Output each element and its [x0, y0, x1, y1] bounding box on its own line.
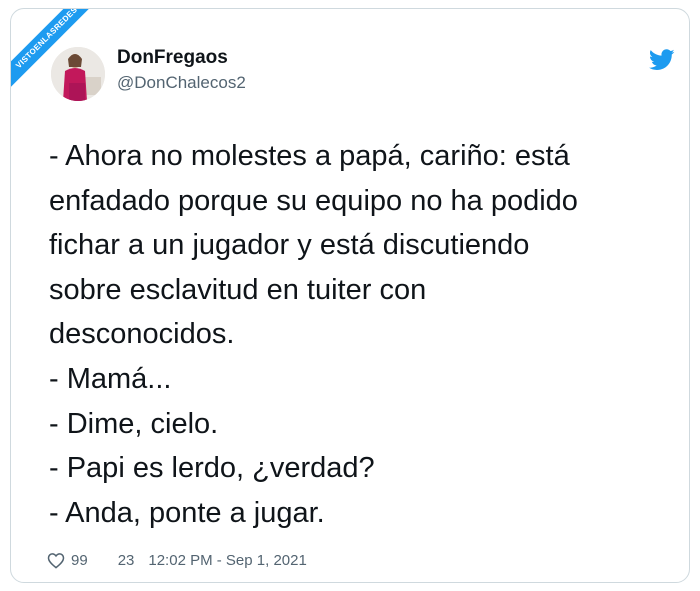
- author-handle[interactable]: @DonChalecos2: [117, 73, 246, 93]
- tweet-line: - Anda, ponte a jugar.: [49, 496, 325, 529]
- twitter-bird-icon[interactable]: [649, 49, 675, 71]
- heart-icon[interactable]: [47, 552, 65, 569]
- like-count[interactable]: 99: [71, 552, 88, 569]
- tweet-body: - Ahora no molestes a papá, cariño: está…: [49, 134, 679, 535]
- tweet-line: fichar a un jugador y está discutiendo: [49, 229, 530, 262]
- tweet-line: - Papi es lerdo, ¿verdad?: [49, 452, 375, 485]
- tweet-line: - Mamá...: [49, 362, 172, 395]
- tweet-line: sobre esclavitud en tuiter con: [49, 273, 427, 306]
- avatar-image: [51, 47, 105, 101]
- author-name[interactable]: DonFregaos: [117, 47, 228, 69]
- tweet-line: desconocidos.: [49, 318, 235, 351]
- avatar[interactable]: [51, 47, 105, 101]
- retweet-count[interactable]: 23: [118, 552, 135, 569]
- timestamp[interactable]: 12:02 PM - Sep 1, 2021: [148, 552, 306, 569]
- tweet-line: - Dime, cielo.: [49, 407, 219, 440]
- tweet-card: VISTOENLASREDES DonFregaos @DonChalecos2…: [10, 8, 690, 583]
- tweet-line: enfadado porque su equipo no ha podido: [49, 184, 578, 217]
- tweet-line: - Ahora no molestes a papá, cariño: está: [49, 140, 570, 172]
- tweet-footer: 99 23 12:02 PM - Sep 1, 2021: [47, 552, 307, 569]
